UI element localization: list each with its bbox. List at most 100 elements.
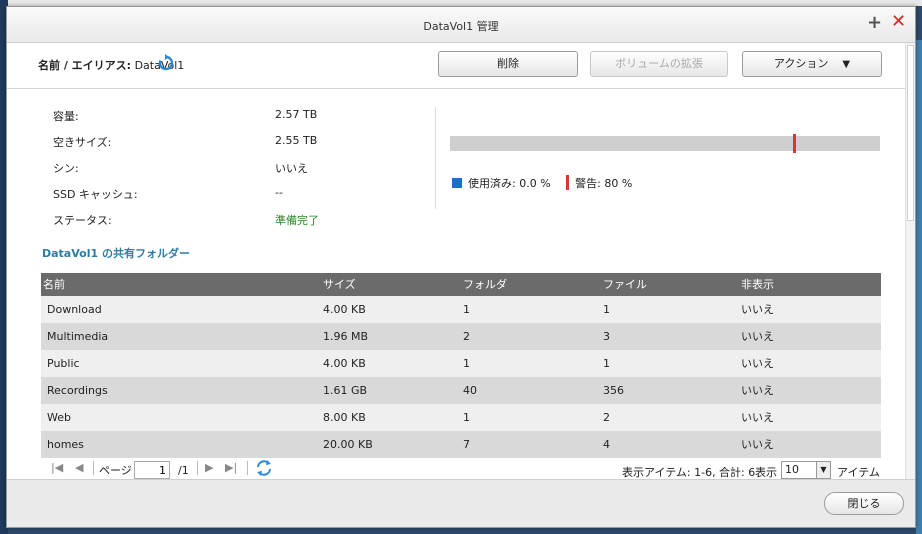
column-header-folders[interactable]: フォルダ bbox=[463, 273, 507, 296]
header-divider bbox=[7, 88, 915, 89]
chevron-down-icon: ▼ bbox=[816, 462, 830, 478]
caret-down-icon: ▼ bbox=[842, 59, 851, 70]
volume-management-dialog: DataVol1 管理 + ✕ 名前 / エイリアス: DataVol1 削除 … bbox=[6, 6, 916, 528]
action-menu-button[interactable]: アクション ▼ bbox=[742, 51, 882, 77]
thin-label: シン: bbox=[53, 162, 79, 175]
refresh-icon[interactable] bbox=[157, 54, 175, 72]
folder-name-cell: Multimedia bbox=[47, 330, 109, 343]
ssd-cache-value: -- bbox=[275, 186, 283, 199]
used-legend-value: 0.0 % bbox=[519, 177, 551, 190]
status-value: 準備完了 bbox=[275, 214, 319, 227]
file-count-cell: 2 bbox=[603, 411, 610, 424]
info-row-thin: シン: いいえ bbox=[53, 160, 383, 178]
prev-page-icon[interactable]: ◀ bbox=[75, 461, 83, 474]
folder-size-cell: 4.00 KB bbox=[323, 357, 366, 370]
folder-count-cell: 1 bbox=[463, 303, 470, 316]
delete-button[interactable]: 削除 bbox=[438, 51, 578, 77]
folder-name-cell: Download bbox=[47, 303, 102, 316]
items-display-info: 表示アイテム: 1-6, 合計: 6 bbox=[622, 466, 756, 479]
file-count-cell: 356 bbox=[603, 384, 624, 397]
folder-count-cell: 40 bbox=[463, 384, 477, 397]
table-row[interactable]: Multimedia 1.96 MB 2 3 いいえ bbox=[41, 323, 881, 350]
close-button[interactable]: 閉じる bbox=[824, 492, 904, 515]
file-count-cell: 1 bbox=[603, 357, 610, 370]
used-legend-label: 使用済み: bbox=[468, 177, 516, 190]
close-x-icon[interactable]: ✕ bbox=[891, 11, 906, 32]
info-row-status: ステータス: 準備完了 bbox=[53, 212, 383, 230]
dialog-title: DataVol1 管理 bbox=[423, 20, 499, 33]
scrollbar-thumb[interactable] bbox=[907, 45, 914, 221]
dialog-footer bbox=[7, 479, 915, 527]
usage-legend: 使用済み: 0.0 % 警告: 80 % bbox=[452, 175, 632, 191]
pagination-bar: |◀ ◀ ページ /1 ▶ ▶| 表示アイテム: 1-6, 合計: 6 表示 1… bbox=[41, 459, 881, 479]
hidden-cell: いいえ bbox=[741, 330, 774, 343]
pager-divider bbox=[197, 461, 198, 475]
first-page-icon[interactable]: |◀ bbox=[51, 461, 63, 474]
page-label: ページ bbox=[99, 464, 132, 477]
shared-folders-title: DataVol1 の共有フォルダー bbox=[42, 247, 190, 260]
file-count-cell: 4 bbox=[603, 438, 610, 451]
column-header-hidden[interactable]: 非表示 bbox=[741, 273, 774, 296]
column-header-name[interactable]: 名前 bbox=[43, 273, 65, 296]
folder-size-cell: 1.96 MB bbox=[323, 330, 369, 343]
folder-name-cell: Web bbox=[47, 411, 71, 424]
table-row[interactable]: homes 20.00 KB 7 4 いいえ bbox=[41, 431, 881, 458]
table-row[interactable]: Download 4.00 KB 1 1 いいえ bbox=[41, 296, 881, 323]
column-header-files[interactable]: ファイル bbox=[603, 273, 647, 296]
info-row-capacity: 容量: 2.57 TB bbox=[53, 108, 383, 126]
pager-divider bbox=[93, 461, 94, 475]
hidden-cell: いいえ bbox=[741, 357, 774, 370]
folder-count-cell: 2 bbox=[463, 330, 470, 343]
info-row-free: 空きサイズ: 2.55 TB bbox=[53, 134, 383, 152]
info-vertical-divider bbox=[435, 107, 436, 209]
status-label: ステータス: bbox=[53, 214, 112, 227]
total-pages: /1 bbox=[178, 464, 189, 477]
show-label: 表示 bbox=[755, 466, 777, 479]
next-page-icon[interactable]: ▶ bbox=[205, 461, 213, 474]
vertical-scrollbar[interactable] bbox=[905, 43, 915, 479]
table-row[interactable]: Web 8.00 KB 1 2 いいえ bbox=[41, 404, 881, 431]
column-header-size[interactable]: サイズ bbox=[323, 273, 356, 296]
pager-divider bbox=[247, 461, 248, 475]
folder-count-cell: 1 bbox=[463, 411, 470, 424]
folder-count-cell: 7 bbox=[463, 438, 470, 451]
usage-warning-marker bbox=[793, 134, 796, 153]
reload-icon[interactable] bbox=[255, 459, 273, 477]
table-row[interactable]: Public 4.00 KB 1 1 いいえ bbox=[41, 350, 881, 377]
folder-name-cell: Public bbox=[47, 357, 80, 370]
items-per-page-value: 10 bbox=[785, 463, 799, 476]
table-header: 名前 サイズ フォルダ ファイル 非表示 bbox=[41, 273, 881, 296]
info-row-ssd-cache: SSD キャッシュ: -- bbox=[53, 186, 383, 204]
hidden-cell: いいえ bbox=[741, 438, 774, 451]
warning-legend-swatch bbox=[566, 175, 570, 190]
folder-size-cell: 8.00 KB bbox=[323, 411, 366, 424]
items-per-page-select[interactable]: 10 ▼ bbox=[781, 461, 831, 479]
folder-size-cell: 4.00 KB bbox=[323, 303, 366, 316]
usage-bar bbox=[450, 134, 880, 153]
used-legend-swatch bbox=[452, 178, 462, 188]
maximize-plus-icon[interactable]: + bbox=[867, 12, 882, 33]
page-number-input[interactable] bbox=[134, 461, 170, 479]
folder-size-cell: 20.00 KB bbox=[323, 438, 373, 451]
file-count-cell: 3 bbox=[603, 330, 610, 343]
table-row[interactable]: Recordings 1.61 GB 40 356 いいえ bbox=[41, 377, 881, 404]
last-page-icon[interactable]: ▶| bbox=[225, 461, 237, 474]
warning-legend-label: 警告: bbox=[575, 177, 601, 190]
action-button-label: アクション bbox=[773, 57, 829, 70]
shared-folders-table: 名前 サイズ フォルダ ファイル 非表示 Download 4.00 KB 1 … bbox=[41, 273, 881, 458]
ssd-cache-label: SSD キャッシュ: bbox=[53, 188, 138, 201]
hidden-cell: いいえ bbox=[741, 384, 774, 397]
hidden-cell: いいえ bbox=[741, 303, 774, 316]
capacity-label: 容量: bbox=[53, 110, 79, 123]
items-unit-label: アイテム bbox=[837, 466, 880, 479]
file-count-cell: 1 bbox=[603, 303, 610, 316]
hidden-cell: いいえ bbox=[741, 411, 774, 424]
folder-name-cell: homes bbox=[47, 438, 84, 451]
desktop-background-right bbox=[916, 40, 922, 534]
capacity-value: 2.57 TB bbox=[275, 108, 318, 121]
folder-size-cell: 1.61 GB bbox=[323, 384, 368, 397]
folder-name-cell: Recordings bbox=[47, 384, 108, 397]
dialog-titlebar: DataVol1 管理 + ✕ bbox=[7, 7, 915, 43]
expand-volume-button[interactable]: ボリュームの拡張 bbox=[590, 51, 728, 77]
folder-count-cell: 1 bbox=[463, 357, 470, 370]
